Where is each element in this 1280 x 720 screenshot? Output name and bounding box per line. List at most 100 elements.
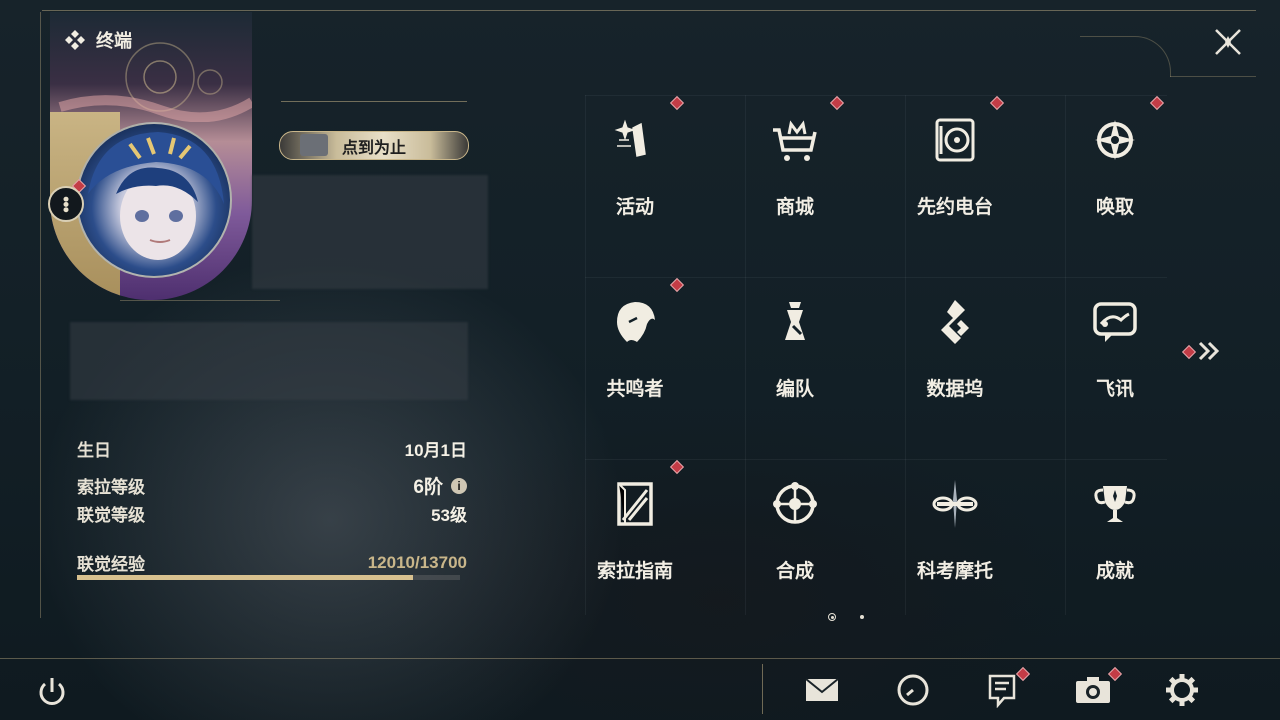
notification-badge bbox=[829, 95, 845, 111]
menu-item[interactable]: 合成 bbox=[720, 454, 870, 604]
menu-item-icon-wrap bbox=[610, 479, 660, 529]
menu-item[interactable]: 商城 bbox=[720, 90, 870, 240]
stat-value-group: 6阶 i bbox=[413, 472, 467, 499]
resonator-icon bbox=[617, 302, 655, 342]
menu-item[interactable]: 唤取 bbox=[1040, 90, 1190, 240]
stat-value: 6阶 bbox=[413, 477, 443, 498]
menu-item-label: 编队 bbox=[775, 379, 814, 400]
menu-item-label: 活动 bbox=[615, 197, 654, 218]
stat-union-level: 联觉等级 53级 bbox=[77, 501, 467, 526]
camera-icon bbox=[1076, 677, 1110, 703]
divider bbox=[120, 300, 280, 301]
clock-icon bbox=[897, 674, 929, 706]
settings-button[interactable] bbox=[1162, 670, 1202, 710]
events-icon bbox=[614, 119, 646, 157]
next-page-button[interactable] bbox=[1181, 340, 1222, 362]
close-button[interactable] bbox=[1208, 22, 1248, 62]
power-button[interactable] bbox=[32, 672, 72, 712]
menu-item-icon-wrap bbox=[1090, 115, 1140, 165]
chat-icon bbox=[1093, 302, 1137, 342]
menu-item-label: 共鸣者 bbox=[606, 379, 664, 400]
profile-menu-button[interactable]: ••• bbox=[48, 186, 84, 222]
power-icon bbox=[39, 678, 65, 705]
camera-button[interactable] bbox=[1073, 666, 1123, 710]
menu-item[interactable]: 活动 bbox=[560, 90, 710, 240]
motorbike-icon bbox=[932, 480, 978, 528]
avatar[interactable] bbox=[76, 122, 232, 278]
info-icon[interactable]: i bbox=[451, 477, 467, 494]
menu-item[interactable]: 编队 bbox=[720, 272, 870, 422]
menu-item[interactable]: 成就 bbox=[1040, 454, 1190, 604]
data-dock-icon bbox=[941, 300, 969, 344]
menu-item-label: 数据坞 bbox=[926, 379, 984, 400]
notification-badge bbox=[669, 459, 685, 475]
menu-item-icon-wrap bbox=[930, 115, 980, 165]
page-dot-active[interactable] bbox=[828, 613, 836, 621]
player-title-badge[interactable]: 点到为止 bbox=[279, 131, 469, 160]
menu-item[interactable]: 飞讯 bbox=[1040, 272, 1190, 422]
frame-left-line bbox=[40, 12, 41, 618]
bottom-divider bbox=[0, 658, 1280, 659]
menu-item-icon-wrap bbox=[610, 115, 660, 165]
terminal-title: 终端 bbox=[64, 27, 132, 53]
page-indicator bbox=[828, 613, 864, 621]
menu-item[interactable]: 共鸣者 bbox=[560, 272, 710, 422]
page-dot[interactable] bbox=[860, 615, 864, 619]
menu-item-label: 合成 bbox=[775, 561, 814, 582]
player-title-text: 点到为止 bbox=[341, 139, 406, 157]
stat-label: 联觉经验 bbox=[77, 555, 145, 574]
exp-progress-bar bbox=[77, 575, 460, 580]
title-mini-portrait bbox=[300, 134, 328, 156]
frame-corner bbox=[1080, 36, 1171, 77]
menu-item-label: 索拉指南 bbox=[596, 561, 673, 582]
menu-item-icon-wrap bbox=[1090, 479, 1140, 529]
stat-sol-level: 索拉等级 6阶 i bbox=[77, 472, 467, 499]
divider bbox=[281, 101, 467, 102]
menu-item-label: 商城 bbox=[775, 197, 814, 218]
menu-item[interactable]: 数据坞 bbox=[880, 272, 1030, 422]
stat-value: 53级 bbox=[431, 506, 467, 525]
notification-badge bbox=[669, 95, 685, 111]
clock-button[interactable] bbox=[893, 670, 933, 710]
notes-button[interactable] bbox=[982, 666, 1031, 710]
menu-item-label: 先约电台 bbox=[916, 197, 993, 218]
menu-item-icon-wrap bbox=[770, 115, 820, 165]
stat-birthday: 生日 10月1日 bbox=[77, 436, 467, 461]
team-chess-icon bbox=[785, 302, 805, 340]
frame-right-line bbox=[1170, 76, 1256, 77]
menu-item[interactable]: 科考摩托 bbox=[880, 454, 1030, 604]
radio-icon bbox=[935, 118, 975, 162]
notification-badge bbox=[669, 277, 685, 293]
stat-union-exp: 联觉经验 12010/13700 bbox=[77, 550, 467, 575]
double-chevron-right-icon bbox=[1198, 341, 1220, 361]
notification-badge bbox=[1149, 95, 1165, 111]
notification-badge bbox=[989, 95, 1005, 111]
menu-item-icon-wrap bbox=[930, 297, 980, 347]
stat-value: 12010/13700 bbox=[367, 552, 467, 572]
synthesis-icon bbox=[773, 482, 817, 524]
mail-icon bbox=[805, 678, 839, 701]
menu-item-icon-wrap bbox=[930, 479, 980, 529]
menu-item-label: 科考摩托 bbox=[916, 561, 993, 582]
frame-top-line bbox=[42, 10, 1256, 11]
summon-compass-icon bbox=[1095, 120, 1135, 160]
exp-progress-fill bbox=[77, 575, 413, 580]
notes-icon bbox=[988, 674, 1016, 708]
shop-cart-icon bbox=[773, 120, 817, 161]
menu-item-label: 唤取 bbox=[1095, 197, 1134, 218]
menu-item-label: 飞讯 bbox=[1095, 379, 1134, 400]
stat-label: 索拉等级 bbox=[77, 478, 145, 497]
stat-label: 联觉等级 bbox=[77, 506, 145, 525]
menu-item[interactable]: 索拉指南 bbox=[560, 454, 710, 604]
terminal-title-text: 终端 bbox=[96, 31, 132, 51]
stat-value: 10月1日 bbox=[404, 441, 467, 460]
trophy-icon bbox=[1094, 486, 1136, 522]
mail-button[interactable] bbox=[802, 670, 842, 710]
menu-item-icon-wrap bbox=[610, 297, 660, 347]
blurred-signature-area bbox=[70, 322, 468, 400]
menu-item[interactable]: 先约电台 bbox=[880, 90, 1030, 240]
guide-book-icon bbox=[617, 482, 653, 526]
close-x-icon bbox=[1215, 29, 1241, 55]
stat-label: 生日 bbox=[77, 441, 111, 460]
avatar-character-art bbox=[88, 132, 224, 260]
